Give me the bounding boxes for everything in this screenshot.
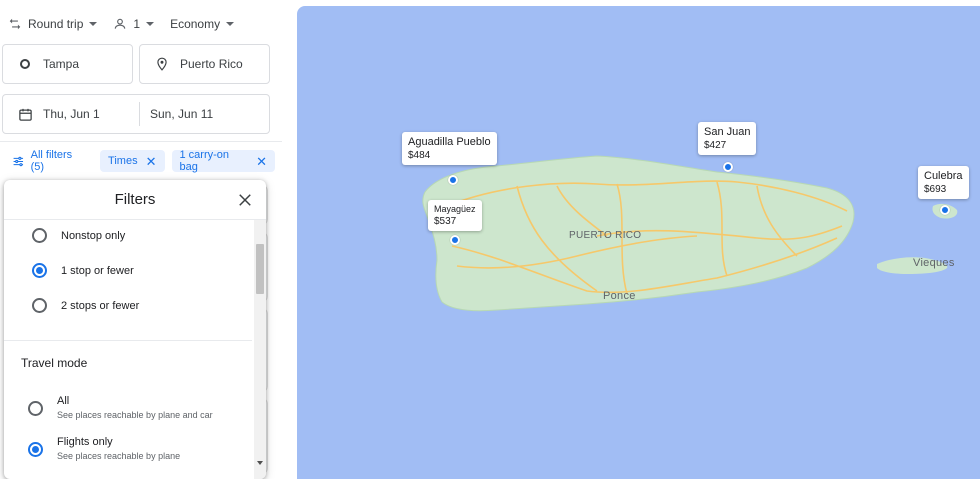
date-divider xyxy=(139,102,140,126)
option-label: Nonstop only xyxy=(61,229,126,242)
close-icon[interactable]: ✕ xyxy=(256,155,267,168)
destination-pin-culebra[interactable]: Culebra $693 xyxy=(918,166,969,199)
chip-label: Times xyxy=(108,155,138,167)
filters-dialog: Filters Nonstop only 1 stop or fewer 2 s… xyxy=(4,180,266,479)
filters-title: Filters xyxy=(114,191,156,208)
close-icon[interactable]: ✕ xyxy=(146,155,157,168)
option-label: 2 stops or fewer xyxy=(61,299,140,312)
option-description: See places reachable by plane xyxy=(57,451,181,461)
ponce-label: Ponce xyxy=(603,290,636,302)
chevron-down-icon xyxy=(146,22,155,26)
carry-on-chip[interactable]: 1 carry-on bag ✕ xyxy=(171,149,275,173)
destination-price: $537 xyxy=(434,216,457,227)
radio-button[interactable] xyxy=(32,228,47,243)
airport-marker[interactable] xyxy=(940,205,950,215)
divider xyxy=(0,141,282,142)
travel-mode-heading: Travel mode xyxy=(21,356,88,370)
chevron-down-icon xyxy=(89,22,98,26)
radio-button[interactable] xyxy=(32,298,47,313)
airport-marker[interactable] xyxy=(450,235,460,245)
destination-price: $427 xyxy=(704,140,727,151)
person-icon xyxy=(115,18,126,29)
origin-value: Tampa xyxy=(43,57,80,71)
destination-pin-aguadilla[interactable]: Aguadilla Pueblo $484 xyxy=(402,132,497,165)
destination-name: Culebra xyxy=(924,170,963,182)
option-label: All xyxy=(57,395,70,407)
cabin-class-label: Economy xyxy=(170,17,221,31)
origin-field[interactable]: Tampa xyxy=(2,44,133,84)
island-label: PUERTO RICO xyxy=(569,230,642,241)
radio-button[interactable] xyxy=(28,401,43,416)
filter-chips: All filters (5) Times ✕ 1 carry-on bag ✕ xyxy=(8,149,282,173)
vieques-label: Vieques xyxy=(913,257,955,269)
trip-type-label: Round trip xyxy=(28,17,84,31)
airport-marker[interactable] xyxy=(448,175,458,185)
destination-price: $693 xyxy=(924,184,947,195)
location-pin-icon xyxy=(154,56,170,72)
filters-dialog-header: Filters xyxy=(4,180,266,220)
option-text: All See places reachable by plane and ca… xyxy=(57,395,213,420)
destination-field[interactable]: Puerto Rico xyxy=(139,44,270,84)
calendar-icon xyxy=(17,107,33,122)
chip-label: 1 carry-on bag xyxy=(179,149,230,173)
option-description: See places reachable by plane and car xyxy=(57,410,213,420)
date-range-field: Thu, Jun 1 Sun, Jun 11 xyxy=(2,94,270,134)
option-label: Flights only xyxy=(57,436,113,448)
passengers-select[interactable]: 1 xyxy=(113,17,155,31)
trip-type-select[interactable]: Round trip xyxy=(8,17,98,31)
radio-button[interactable] xyxy=(32,263,47,278)
divider xyxy=(4,340,252,341)
circle-icon xyxy=(17,58,33,70)
destination-pin-mayaguez[interactable]: Mayagüez $537 xyxy=(428,200,482,231)
all-filters-label: All filters (5) xyxy=(30,149,73,173)
stops-option-nonstop[interactable]: Nonstop only xyxy=(32,228,125,243)
map-land xyxy=(422,155,958,312)
option-label: 1 stop or fewer xyxy=(61,264,134,277)
destination-pin-san-juan[interactable]: San Juan $427 xyxy=(698,122,757,155)
travel-mode-flights-only[interactable]: Flights only See places reachable by pla… xyxy=(28,436,180,461)
chevron-down-icon xyxy=(226,22,235,26)
destination-name: Aguadilla Pueblo xyxy=(408,136,491,148)
radio-button[interactable] xyxy=(28,442,43,457)
trip-options-bar: Round trip 1 Economy xyxy=(8,8,250,40)
depart-date[interactable]: Thu, Jun 1 xyxy=(43,107,139,121)
scroll-down-icon[interactable] xyxy=(257,461,263,465)
destination-name: Mayagüez xyxy=(434,204,476,214)
airport-marker[interactable] xyxy=(723,162,733,172)
destination-name: San Juan xyxy=(704,126,751,138)
all-filters-button[interactable]: All filters (5) xyxy=(8,149,93,173)
filter-icon xyxy=(13,156,24,166)
stops-option-two-stops[interactable]: 2 stops or fewer xyxy=(32,298,139,313)
scrollbar-thumb[interactable] xyxy=(256,244,264,294)
travel-mode-all[interactable]: All See places reachable by plane and ca… xyxy=(28,395,213,420)
search-panel: Round trip 1 Economy Tampa Puerto Rico T… xyxy=(0,0,282,479)
destination-price: $484 xyxy=(408,150,431,161)
times-chip[interactable]: Times ✕ xyxy=(100,150,165,172)
option-text: Flights only See places reachable by pla… xyxy=(57,436,180,461)
stops-option-one-stop[interactable]: 1 stop or fewer xyxy=(32,263,134,278)
destination-value: Puerto Rico xyxy=(180,57,243,71)
swap-icon xyxy=(9,18,21,30)
map[interactable]: PUERTO RICO Ponce Vieques Aguadilla Pueb… xyxy=(297,6,980,479)
return-date[interactable]: Sun, Jun 11 xyxy=(150,107,213,121)
passengers-label: 1 xyxy=(133,17,141,31)
cabin-class-select[interactable]: Economy xyxy=(170,17,235,31)
close-icon[interactable] xyxy=(236,191,254,209)
